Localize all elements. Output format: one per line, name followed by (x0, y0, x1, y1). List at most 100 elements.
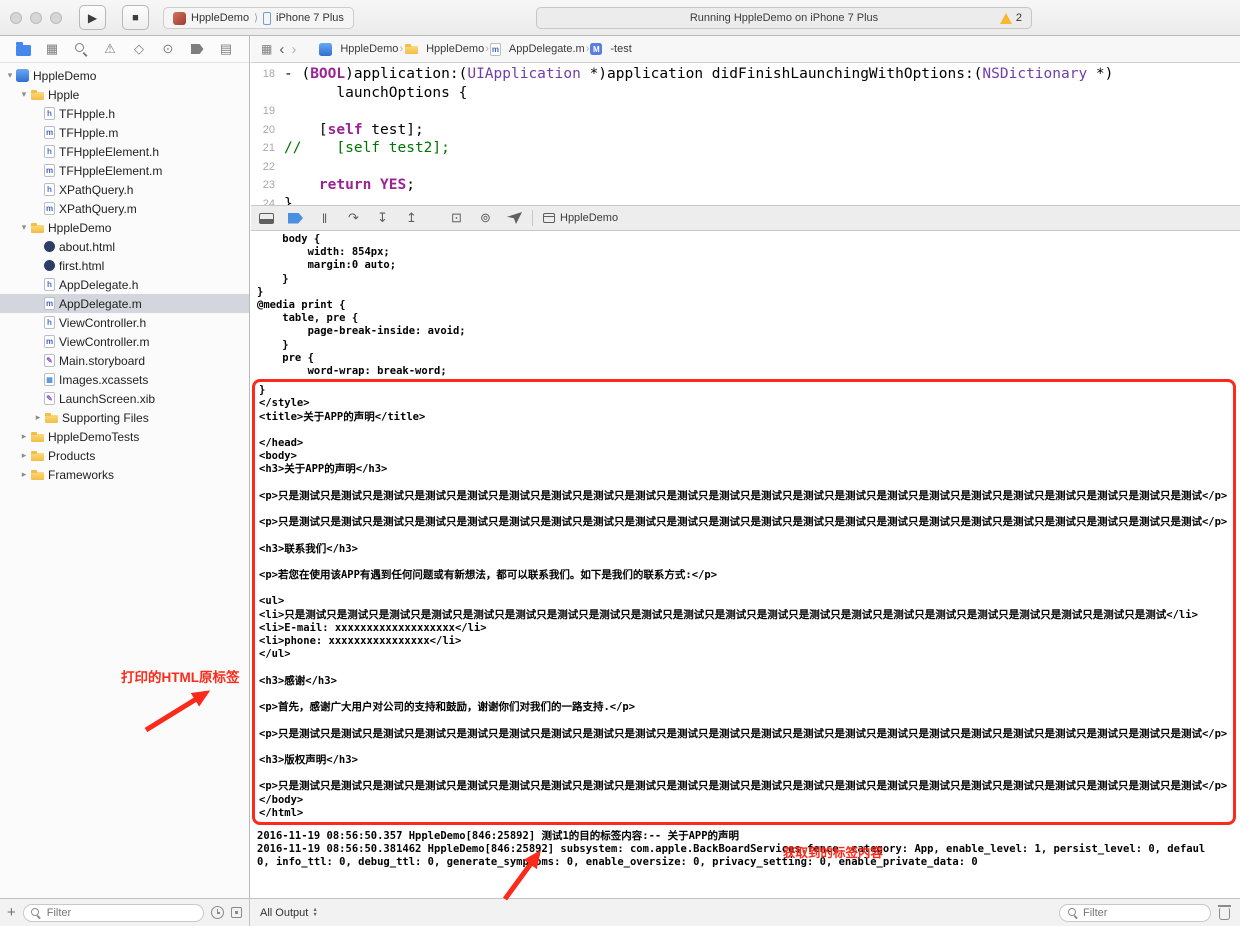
code-text[interactable]: // [self test2]; (284, 139, 1240, 158)
breakpoints-toggle-icon[interactable] (288, 212, 303, 224)
warning-count: 2 (1015, 12, 1022, 24)
back-button[interactable]: ‹ (279, 42, 284, 57)
navigator-tabs: ▦ ⚠ ◇ ⊙ ▤ (0, 36, 249, 63)
method-icon: M (590, 43, 603, 55)
file-tree-item-viewcontroller-m[interactable]: m ViewController.m (0, 332, 249, 351)
file-tree-item-xpathquery-m[interactable]: m XPathQuery.m (0, 199, 249, 218)
disclosure-triangle[interactable]: ▸ (32, 412, 44, 423)
file-tree-item-hppledemo[interactable]: ▾ HppleDemo (0, 66, 249, 85)
breadcrumb-item[interactable]: m AppDelegate.m (489, 42, 585, 56)
source-editor[interactable]: 18 - (BOOL)application:(UIApplication *)a… (251, 63, 1240, 205)
file-tree-item-images-xcassets[interactable]: ▦ Images.xcassets (0, 370, 249, 389)
issue-navigator-icon[interactable]: ⚠ (100, 39, 120, 59)
find-navigator-icon[interactable] (71, 39, 91, 59)
disclosure-triangle[interactable]: ▸ (18, 469, 30, 480)
m-icon: m (44, 202, 55, 215)
clear-console-icon[interactable] (1218, 905, 1231, 920)
project-navigator-icon[interactable] (13, 39, 33, 59)
recent-files-icon[interactable] (211, 906, 224, 919)
stop-button[interactable]: ■ (122, 5, 149, 30)
minimize-window-button[interactable] (30, 12, 42, 24)
file-tree-item-viewcontroller-h[interactable]: h ViewController.h (0, 313, 249, 332)
file-tree-item-frameworks[interactable]: ▸ Frameworks (0, 465, 249, 484)
symbol-navigator-icon[interactable]: ▦ (42, 39, 62, 59)
console-filter-input[interactable] (1083, 906, 1203, 919)
breadcrumb: HppleDemo › HppleDemo › m AppDelegate.m › M -tes… (319, 42, 632, 56)
file-tree-item-tfhpple-m[interactable]: m TFHpple.m (0, 123, 249, 142)
view-hierarchy-icon[interactable]: ⊡ (449, 210, 464, 226)
report-navigator-icon[interactable]: ▤ (216, 39, 236, 59)
hide-debug-area-icon[interactable] (259, 212, 274, 224)
code-text[interactable] (284, 102, 1240, 121)
file-name: Main.storyboard (59, 353, 146, 368)
h-icon: h (44, 107, 55, 120)
code-text[interactable]: return YES; (284, 176, 1240, 195)
file-tree-item-appdelegate-m[interactable]: m AppDelegate.m (0, 294, 249, 313)
code-text[interactable]: } (284, 195, 1240, 206)
file-tree-item-tfhppleelement-h[interactable]: h TFHppleElement.h (0, 142, 249, 161)
add-icon[interactable]: + (7, 905, 16, 920)
line-number (251, 84, 284, 103)
breadcrumb-item[interactable]: M -test (590, 43, 632, 55)
memory-graph-icon[interactable]: ⊚ (478, 210, 493, 226)
file-tree-item-hpple[interactable]: ▾ Hpple (0, 85, 249, 104)
xcode-window: ▶ ■ HppleDemo ⟩ iPhone 7 Plus Running Hp… (0, 0, 1240, 926)
step-into-icon[interactable]: ↧ (375, 210, 390, 226)
file-name: LaunchScreen.xib (59, 391, 156, 406)
file-tree-item-tfhppleelement-m[interactable]: m TFHppleElement.m (0, 161, 249, 180)
console-area: body { width: 854px; margin:0 auto; } } … (251, 231, 1240, 898)
breadcrumb-item[interactable]: HppleDemo (404, 42, 484, 56)
chevron-right-icon: ⟩ (254, 12, 258, 24)
related-items-icon[interactable]: ▦ (261, 42, 272, 56)
storyboard-icon: ✎ (44, 354, 55, 367)
simulate-location-icon[interactable] (507, 212, 522, 224)
disclosure-triangle[interactable]: ▾ (4, 70, 16, 81)
step-out-icon[interactable]: ↥ (404, 210, 419, 226)
code-text[interactable]: [self test]; (284, 121, 1240, 140)
iphone-icon (263, 11, 271, 25)
forward-button[interactable]: › (291, 42, 296, 57)
annotation-label-extracted-content: 获取到的标签内容 (783, 846, 884, 860)
file-tree-item-hppledemo[interactable]: ▾ HppleDemo (0, 218, 249, 237)
breakpoint-navigator-icon[interactable] (187, 39, 207, 59)
code-text[interactable]: - (BOOL)application:(UIApplication *)app… (284, 65, 1240, 84)
file-tree-item-hppledemotests[interactable]: ▸ HppleDemoTests (0, 427, 249, 446)
file-tree-item-appdelegate-h[interactable]: h AppDelegate.h (0, 275, 249, 294)
file-tree-item-about-html[interactable]: about.html (0, 237, 249, 256)
zoom-window-button[interactable] (50, 12, 62, 24)
disclosure-triangle[interactable]: ▸ (18, 431, 30, 442)
console-scope-dropdown[interactable]: All Output ▲ ▼ (260, 907, 318, 919)
file-tree-item-first-html[interactable]: first.html (0, 256, 249, 275)
warning-badge[interactable]: 2 (999, 12, 1022, 24)
file-name: Supporting Files (62, 410, 149, 425)
scheme-selector[interactable]: HppleDemo ⟩ iPhone 7 Plus (163, 7, 354, 29)
file-tree-item-products[interactable]: ▸ Products (0, 446, 249, 465)
file-tree-item-tfhpple-h[interactable]: h TFHpple.h (0, 104, 249, 123)
navigator-filter-input[interactable] (46, 906, 196, 919)
breadcrumb-item[interactable]: HppleDemo (319, 42, 398, 56)
console-filter-field[interactable] (1059, 903, 1211, 922)
disclosure-triangle[interactable]: ▾ (18, 222, 30, 233)
disclosure-triangle[interactable]: ▾ (18, 89, 30, 100)
step-over-icon[interactable]: ↷ (346, 210, 361, 226)
m-icon: m (44, 297, 55, 310)
file-tree-item-xpathquery-h[interactable]: h XPathQuery.h (0, 180, 249, 199)
run-button[interactable]: ▶ (79, 5, 106, 30)
file-tree-item-main-storyboard[interactable]: ✎ Main.storyboard (0, 351, 249, 370)
file-tree-item-supporting-files[interactable]: ▸ Supporting Files (0, 408, 249, 427)
annotation-label-html-tags: 打印的HTML原标签 (121, 670, 240, 685)
file-tree-item-launchscreen-xib[interactable]: ✎ LaunchScreen.xib (0, 389, 249, 408)
debug-navigator-icon[interactable]: ⊙ (158, 39, 178, 59)
test-navigator-icon[interactable]: ◇ (129, 39, 149, 59)
close-window-button[interactable] (10, 12, 22, 24)
source-control-status-icon[interactable] (231, 907, 242, 918)
navigator-filter-bar: + (0, 899, 250, 926)
pause-icon[interactable]: ‖ (317, 211, 332, 226)
code-text[interactable]: launchOptions { (284, 84, 1240, 103)
jump-bar: ▦ ‹ › HppleDemo › HppleDemo › m AppDelegate.m… (251, 36, 1240, 63)
code-text[interactable] (284, 158, 1240, 177)
navigator-filter-field[interactable] (22, 903, 204, 922)
folder-icon (44, 411, 58, 425)
disclosure-triangle[interactable]: ▸ (18, 450, 30, 461)
file-name: about.html (59, 239, 116, 254)
